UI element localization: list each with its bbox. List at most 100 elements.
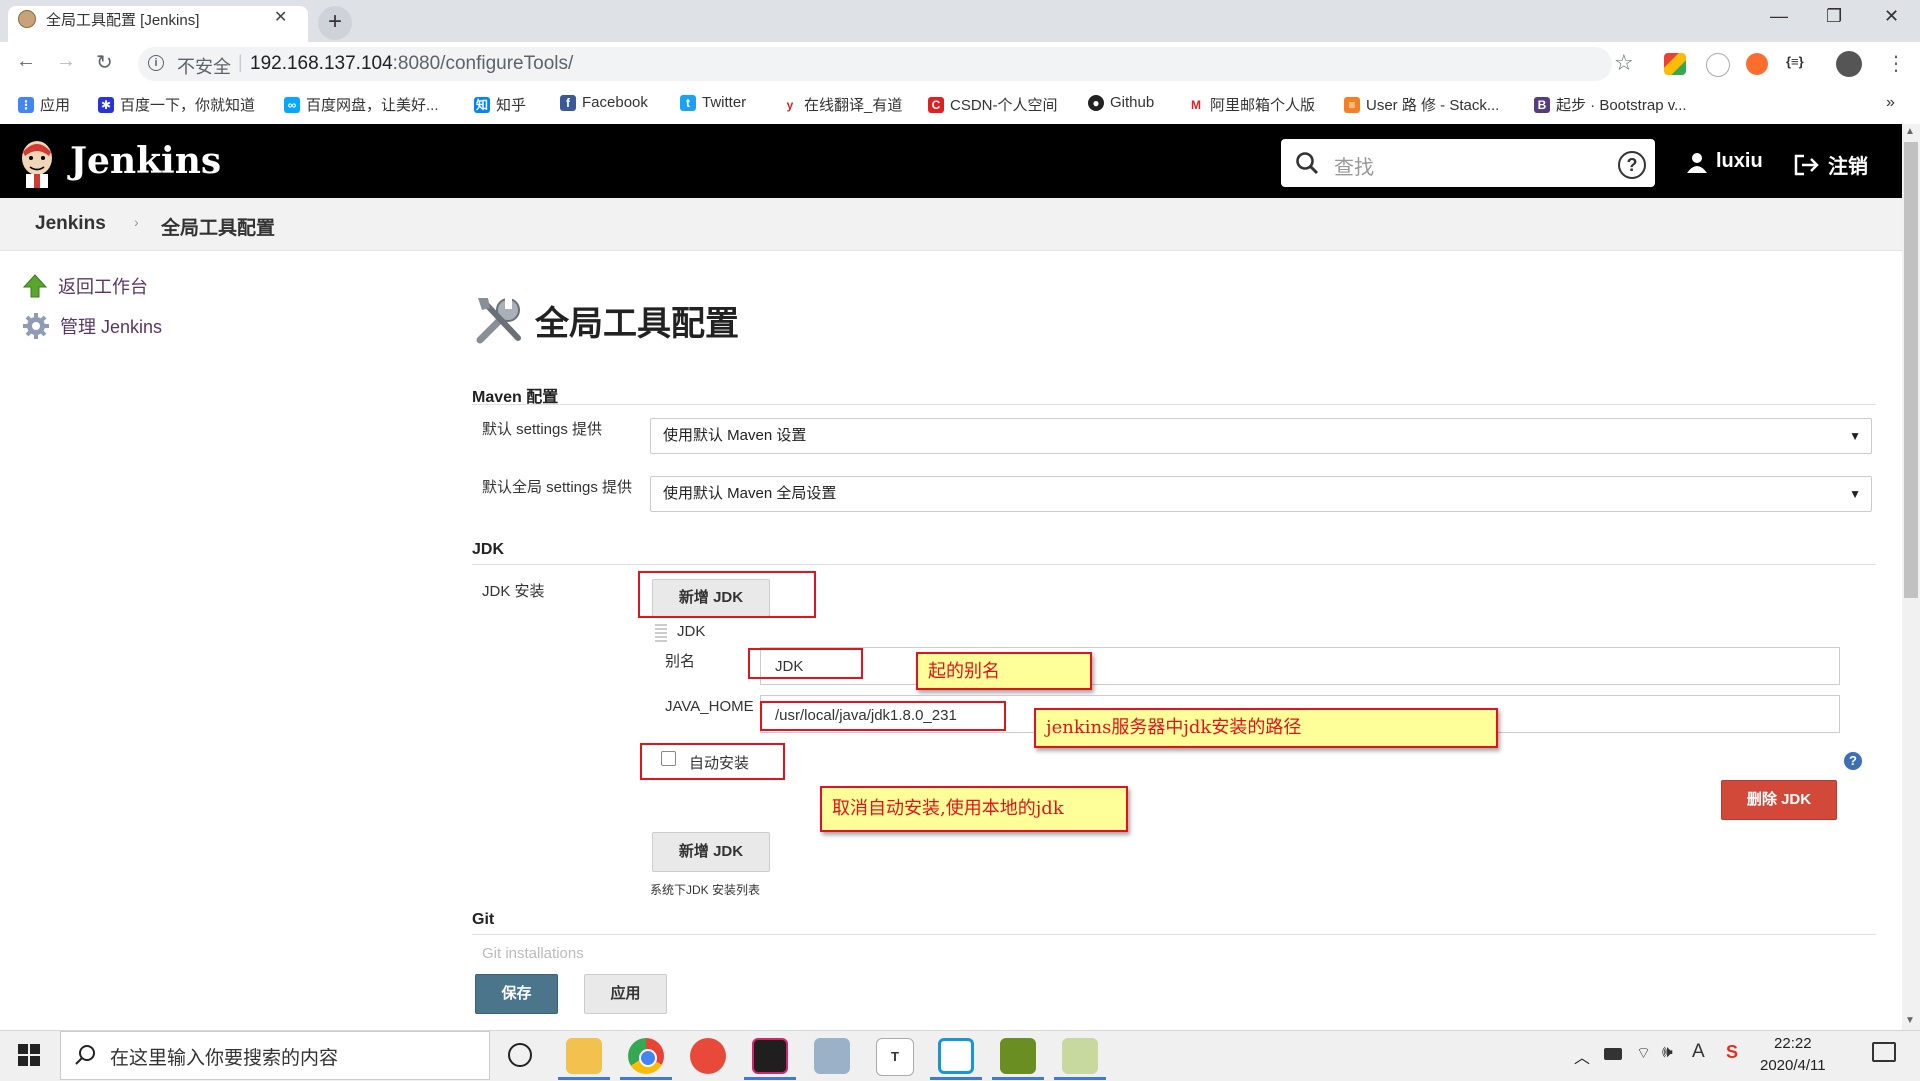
json-extension-icon[interactable]: {≡} bbox=[1786, 54, 1804, 69]
youdao-icon: y bbox=[782, 96, 798, 113]
minimize-icon[interactable]: — bbox=[1770, 6, 1788, 27]
profile-avatar[interactable] bbox=[1836, 51, 1862, 77]
extension-icon[interactable] bbox=[1664, 53, 1686, 75]
logout-label: 注销 bbox=[1828, 156, 1868, 178]
battery-icon[interactable] bbox=[1604, 1048, 1622, 1060]
global-settings-provider-select[interactable]: 使用默认 Maven 全局设置 ▼ bbox=[650, 476, 1872, 512]
jdk-install-label: JDK 安装 bbox=[482, 583, 545, 600]
address-divider: | bbox=[238, 52, 243, 72]
bookmark-facebook[interactable]: f Facebook bbox=[560, 94, 648, 111]
save-button[interactable]: 保存 bbox=[475, 974, 558, 1014]
bookmark-aliyun-mail[interactable]: M 阿里邮箱个人版 bbox=[1188, 94, 1315, 115]
annotation-java-home-note: jenkins服务器中jdk安装的路径 bbox=[1034, 708, 1498, 748]
bookmark-baidu[interactable]: ✱ 百度一下，你就知道 bbox=[98, 94, 255, 115]
alias-label: 别名 bbox=[665, 653, 696, 670]
sogou-icon[interactable]: S bbox=[1726, 1042, 1738, 1063]
annotation-box-add-jdk bbox=[638, 571, 816, 618]
tab-close-icon[interactable]: ✕ bbox=[274, 7, 287, 27]
volume-icon[interactable]: 🕪 bbox=[1662, 1042, 1673, 1062]
file-explorer-icon[interactable] bbox=[566, 1038, 602, 1074]
restore-icon[interactable]: ❐ bbox=[1826, 6, 1842, 27]
tray-expand-icon[interactable]: ︿ bbox=[1574, 1044, 1590, 1068]
back-icon[interactable]: ← bbox=[16, 50, 36, 73]
cloud-extension-icon[interactable] bbox=[1706, 53, 1730, 77]
window-close-icon[interactable]: ✕ bbox=[1884, 6, 1899, 27]
clock-time: 22:22 bbox=[1774, 1035, 1812, 1052]
browser-tab-title: 全局工具配置 [Jenkins] bbox=[46, 12, 200, 29]
bookmark-stackexchange[interactable]: ≡ User 路 修 - Stack... bbox=[1344, 94, 1499, 115]
info-icon[interactable]: i bbox=[148, 55, 164, 71]
task-view-icon[interactable] bbox=[508, 1043, 532, 1067]
intellij-idea-icon[interactable] bbox=[752, 1038, 788, 1074]
paint-icon[interactable] bbox=[814, 1038, 850, 1074]
netease-app-icon[interactable] bbox=[690, 1038, 726, 1074]
jenkins-logo-icon[interactable] bbox=[18, 138, 56, 188]
vmware-icon[interactable] bbox=[938, 1038, 974, 1074]
bookmark-twitter[interactable]: t Twitter bbox=[680, 94, 746, 111]
bookmarks-overflow-icon[interactable]: » bbox=[1886, 94, 1895, 112]
tools-icon bbox=[476, 297, 521, 344]
menu-dots-icon[interactable]: ⋮ bbox=[1886, 51, 1906, 76]
bookmark-youdao[interactable]: y 在线翻译_有道 bbox=[782, 94, 902, 115]
section-divider bbox=[472, 564, 1876, 565]
delete-jdk-button[interactable]: 删除 JDK bbox=[1721, 780, 1837, 820]
wifi-icon[interactable]: ⌔ bbox=[1636, 1043, 1651, 1063]
bookmark-label: 起步 · Bootstrap v... bbox=[1556, 97, 1687, 114]
sidebar-item-manage-jenkins[interactable]: 管理 Jenkins bbox=[22, 312, 162, 340]
user-link[interactable]: luxiu bbox=[1686, 150, 1763, 173]
bookmark-apps[interactable]: ⋮ 应用 bbox=[18, 94, 70, 115]
help-icon[interactable]: ? bbox=[1618, 151, 1646, 179]
url-text[interactable]: 192.168.137.104:8080/configureTools/ bbox=[250, 53, 573, 75]
breadcrumb-current[interactable]: 全局工具配置 bbox=[161, 213, 275, 240]
bookmark-baidu-pan[interactable]: ∞ 百度网盘，让美好... bbox=[284, 94, 439, 115]
help-icon[interactable]: ? bbox=[1844, 752, 1862, 770]
taskbar-clock[interactable]: 22:22 2020/4/11 bbox=[1760, 1033, 1826, 1077]
facebook-icon: f bbox=[560, 94, 576, 111]
bookmark-star-icon[interactable]: ☆ bbox=[1614, 50, 1634, 76]
bookmark-csdn[interactable]: C CSDN-个人空间 bbox=[928, 94, 1058, 115]
jdk-section-title: JDK bbox=[472, 541, 505, 558]
logout-link[interactable]: 注销 bbox=[1794, 150, 1868, 179]
twitter-icon: t bbox=[680, 94, 696, 111]
search-placeholder: 查找 bbox=[1334, 157, 1374, 179]
settings-provider-select[interactable]: 使用默认 Maven 设置 ▼ bbox=[650, 418, 1872, 454]
global-settings-provider-label: 默认全局 settings 提供 bbox=[482, 479, 633, 496]
sidebar-item-back-to-dashboard[interactable]: 返回工作台 bbox=[22, 273, 148, 299]
user-name: luxiu bbox=[1716, 150, 1763, 172]
typora-icon[interactable]: T bbox=[876, 1038, 914, 1076]
bookmark-bootstrap[interactable]: B 起步 · Bootstrap v... bbox=[1534, 94, 1687, 115]
bookmark-label: 百度网盘，让美好... bbox=[306, 97, 439, 114]
breadcrumb-jenkins[interactable]: Jenkins bbox=[35, 213, 106, 235]
jdk-list-hint: 系统下JDK 安装列表 bbox=[650, 883, 761, 897]
new-tab-button[interactable]: + bbox=[318, 6, 352, 40]
jenkins-title[interactable]: Jenkins bbox=[70, 140, 221, 182]
java-home-label: JAVA_HOME bbox=[665, 698, 754, 715]
csdn-icon: C bbox=[928, 96, 944, 113]
scroll-up-icon[interactable]: ▲ bbox=[1905, 126, 1915, 137]
orange-extension-icon[interactable] bbox=[1746, 53, 1768, 75]
logout-icon bbox=[1794, 154, 1819, 175]
apply-button[interactable]: 应用 bbox=[584, 974, 667, 1014]
up-arrow-icon bbox=[22, 274, 48, 298]
annotation-box-java-home bbox=[760, 701, 1006, 731]
image-viewer-icon[interactable] bbox=[1062, 1038, 1098, 1074]
url-host: 192.168.137.104 bbox=[250, 53, 393, 74]
taskbar-search-icon bbox=[75, 1045, 95, 1065]
input-method-icon[interactable]: A bbox=[1692, 1041, 1705, 1063]
forward-icon[interactable]: → bbox=[56, 50, 76, 73]
scroll-down-icon[interactable]: ▼ bbox=[1905, 1015, 1915, 1026]
scrollbar-thumb[interactable] bbox=[1904, 142, 1918, 598]
git-section-title: Git bbox=[472, 911, 495, 928]
notification-center-icon[interactable] bbox=[1872, 1042, 1896, 1062]
game-app-icon[interactable] bbox=[1000, 1038, 1036, 1074]
drag-handle-icon[interactable] bbox=[655, 624, 667, 642]
bookmark-github[interactable]: ● Github bbox=[1088, 94, 1154, 111]
bookmark-label: CSDN-个人空间 bbox=[950, 97, 1058, 114]
apps-grid-icon: ⋮ bbox=[18, 96, 34, 113]
add-jdk-button-2[interactable]: 新增 JDK bbox=[652, 832, 770, 872]
windows-start-icon[interactable] bbox=[18, 1044, 40, 1066]
bookmark-zhihu[interactable]: 知知乎 bbox=[474, 94, 526, 115]
aliyun-mail-icon: M bbox=[1188, 96, 1204, 113]
bookmark-label: 应用 bbox=[40, 97, 71, 114]
reload-icon[interactable]: ↻ bbox=[96, 50, 113, 75]
